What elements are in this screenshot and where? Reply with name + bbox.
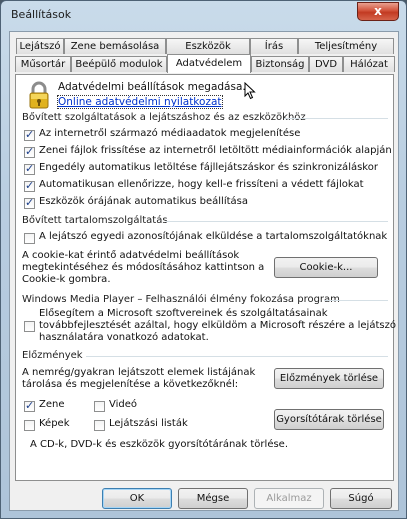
history-group-title: Előzmények	[22, 350, 83, 361]
cache-footer-text: A CD-k, DVD-k és eszközök gyorsítótárána…	[30, 439, 289, 450]
checkbox-label: Képek	[39, 418, 70, 429]
checkbox-label: Automatikusan ellenőrizze, hogy kell-e f…	[39, 179, 364, 190]
ceip-text-1: Elősegítem a Microsoft szoftvereinek és …	[39, 308, 328, 319]
group-separator	[284, 118, 388, 119]
tab-player[interactable]: Lejátszó	[16, 38, 64, 54]
privacy-description: Adatvédelmi beállítások megadása.	[58, 81, 246, 93]
tab-devices[interactable]: Eszközök	[166, 38, 250, 54]
tab-performance[interactable]: Teljesítmény	[298, 38, 394, 54]
checkbox-download-licenses[interactable]	[24, 162, 35, 175]
cancel-button[interactable]: Mégse	[178, 488, 248, 509]
tab-row-front: Műsortár Beépülő modulok Adatvédelem Biz…	[15, 54, 396, 73]
group-separator	[324, 300, 388, 301]
cookie-text-1: A cookie-kat érintő adatvédelmi beállítá…	[22, 250, 240, 261]
tab-rip-music[interactable]: Zene bemásolása	[64, 38, 166, 54]
close-button[interactable]: x	[357, 2, 399, 21]
history-text-1: A nemrég/gyakran lejátszott elemek listá…	[22, 367, 256, 378]
cookies-button[interactable]: Cookie-k...	[274, 257, 378, 278]
cookie-text-3: Cookie-k gombra.	[22, 274, 111, 285]
ceip-text-3: használatára vonatkozó adatokat.	[39, 332, 209, 343]
tab-row-back: Lejátszó Zene bemásolása Eszközök Írás T…	[16, 38, 394, 54]
title-bar[interactable]: Beállítások x	[1, 1, 406, 31]
checkbox-send-player-id[interactable]	[24, 233, 35, 244]
checkbox-history-pictures[interactable]	[24, 420, 35, 431]
checkbox-label: Eszközök órájának automatikus beállítása	[39, 196, 248, 207]
tab-security[interactable]: Biztonság	[251, 56, 309, 72]
options-dialog: Beállítások x Lejátszó Zene bemásolása E…	[0, 0, 407, 519]
checkbox-set-device-clock[interactable]	[24, 196, 35, 209]
checkbox-label: Zene	[39, 399, 65, 410]
tab-plugins[interactable]: Beépülő modulok	[71, 56, 167, 72]
mouse-cursor-icon	[244, 82, 256, 100]
checkbox-label: Engedély automatikus letöltése fájlleját…	[39, 162, 378, 173]
dialog-client-area: Lejátszó Zene bemásolása Eszközök Írás T…	[9, 31, 399, 511]
clear-caches-button[interactable]: Gyorsítótárak törlése	[274, 409, 384, 430]
ceip-group-title: Windows Media Player – Felhasználói élmé…	[22, 294, 340, 305]
enhanced-content-group-title: Bővített tartalomszolgáltatás	[22, 215, 168, 226]
privacy-panel: Adatvédelmi beállítások megadása. Online…	[15, 74, 396, 481]
tab-dvd[interactable]: DVD	[309, 56, 343, 72]
history-text-2: tárolása és megjelenítése a következőkné…	[22, 379, 239, 390]
checkbox-label: Az internetről származó médiaadatok megj…	[39, 128, 301, 139]
tab-library[interactable]: Műsortár	[15, 56, 71, 72]
checkbox-update-music-files[interactable]	[24, 145, 35, 158]
checkbox-history-playlists[interactable]	[94, 420, 105, 431]
lock-icon	[29, 81, 49, 109]
checkbox-label: Videó	[109, 399, 138, 410]
tab-burn[interactable]: Írás	[250, 38, 298, 54]
cookie-text-2: megtekintéséhez és módosításához kattint…	[22, 262, 265, 273]
group-separator	[86, 356, 388, 357]
checkbox-label: Lejátszási listák	[109, 418, 188, 429]
checkbox-media-info[interactable]	[24, 128, 35, 141]
checkbox-label: A lejátszó egyedi azonosítójának elküldé…	[39, 231, 388, 242]
enhanced-playback-group-title: Bővített szolgáltatások a lejátszáshoz é…	[22, 112, 306, 123]
group-separator	[166, 221, 388, 222]
checkbox-label: Zenei fájlok frissítése az internetről l…	[39, 145, 392, 156]
ok-button[interactable]: OK	[102, 488, 172, 509]
privacy-statement-link[interactable]: Online adatvédelmi nyilatkozat	[57, 95, 223, 109]
checkbox-history-music[interactable]	[24, 399, 35, 412]
ceip-text-2: továbbfejlesztését azáltal, hogy elküldö…	[39, 320, 396, 331]
apply-button[interactable]: Alkalmaz	[254, 488, 324, 509]
tab-network[interactable]: Hálózat	[343, 56, 395, 72]
help-button[interactable]: Súgó	[330, 488, 392, 509]
checkbox-history-video[interactable]	[94, 401, 105, 412]
clear-history-button[interactable]: Előzmények törlése	[274, 368, 384, 389]
tab-privacy[interactable]: Adatvédelem	[167, 54, 251, 73]
checkbox-check-protected-files[interactable]	[24, 179, 35, 192]
window-title: Beállítások	[11, 8, 72, 21]
